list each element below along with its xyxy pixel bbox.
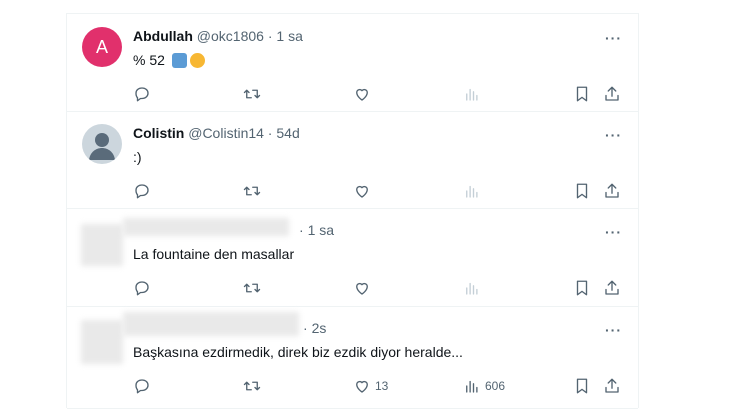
emoji-icon xyxy=(189,53,205,68)
display-name[interactable]: Abdullah xyxy=(133,28,193,44)
tweet-text: :) xyxy=(133,149,142,165)
share-icon xyxy=(605,280,619,295)
reply-icon xyxy=(135,379,149,394)
timestamp[interactable]: 54d xyxy=(276,125,299,141)
bookmark-icon xyxy=(576,280,588,296)
tweet-text-content: % 52 xyxy=(133,52,165,68)
like-icon xyxy=(356,185,368,198)
avatar[interactable]: A xyxy=(82,27,122,67)
like-icon xyxy=(356,282,368,295)
like-button[interactable] xyxy=(353,278,375,298)
action-bar: 13 606 xyxy=(133,376,623,396)
like-count: 13 xyxy=(375,379,389,393)
redacted-username xyxy=(123,312,299,336)
bookmark-icon xyxy=(576,378,588,394)
avatar-letter: A xyxy=(95,36,108,57)
bookmark-button[interactable] xyxy=(573,181,591,201)
separator-dot: · xyxy=(303,320,312,336)
reply-button[interactable] xyxy=(133,376,155,396)
timestamp[interactable]: 2s xyxy=(312,320,327,336)
tweet-header: · 2s xyxy=(303,320,326,336)
tweet-text: La fountaine den masallar xyxy=(133,246,295,262)
views-button[interactable] xyxy=(463,278,485,298)
views-button[interactable]: 606 xyxy=(463,376,505,396)
more-options-icon[interactable]: ··· xyxy=(605,30,622,46)
tweet[interactable]: · 2s Başkasına ezdirmedik, direk biz ezd… xyxy=(67,306,638,409)
redacted-avatar xyxy=(81,224,123,266)
separator-dot: · xyxy=(299,222,308,238)
retweet-icon xyxy=(243,186,261,196)
redacted-username xyxy=(123,218,289,236)
action-bar xyxy=(133,181,623,201)
retweet-icon xyxy=(243,381,261,391)
bookmark-button[interactable] xyxy=(573,376,591,396)
separator-dot: · xyxy=(263,28,277,44)
share-button[interactable] xyxy=(603,181,621,201)
reply-icon xyxy=(135,87,149,102)
more-options-icon[interactable]: ··· xyxy=(605,127,622,143)
action-bar xyxy=(133,278,623,298)
views-button[interactable] xyxy=(463,181,485,201)
reply-button[interactable] xyxy=(133,278,155,298)
retweet-icon xyxy=(243,283,261,293)
bookmark-icon xyxy=(576,86,588,102)
like-icon xyxy=(356,380,368,393)
tweet-text: % 52 xyxy=(133,52,205,68)
like-button[interactable] xyxy=(353,84,375,104)
handle[interactable]: @okc1806 xyxy=(197,28,264,44)
redacted-avatar xyxy=(81,320,123,364)
tweet-feed: A Abdullah @okc1806 · 1 sa % 52 ··· Coli… xyxy=(66,13,639,409)
share-button[interactable] xyxy=(603,278,621,298)
tweet-header: Abdullah @okc1806 · 1 sa xyxy=(133,28,303,44)
like-icon xyxy=(356,88,368,101)
tweet-header: Colistin @Colistin14 · 54d xyxy=(133,125,300,141)
tweet[interactable]: Colistin @Colistin14 · 54d :) ··· xyxy=(67,111,638,209)
tweet[interactable]: · 1 sa La fountaine den masallar ··· xyxy=(67,208,638,307)
retweet-button[interactable] xyxy=(243,278,265,298)
share-button[interactable] xyxy=(603,84,621,104)
reply-icon xyxy=(135,184,149,199)
bookmark-button[interactable] xyxy=(573,84,591,104)
more-options-icon[interactable]: ··· xyxy=(605,224,622,240)
tweet-header: · 1 sa xyxy=(299,222,334,238)
share-icon xyxy=(605,378,619,393)
views-count: 606 xyxy=(485,379,506,393)
bookmark-icon xyxy=(576,183,588,199)
share-icon xyxy=(605,86,619,101)
views-icon xyxy=(466,88,478,101)
emoji-icon xyxy=(171,53,187,68)
bookmark-button[interactable] xyxy=(573,278,591,298)
views-button[interactable] xyxy=(463,84,485,104)
like-button[interactable]: 13 xyxy=(353,376,388,396)
timestamp[interactable]: 1 sa xyxy=(308,222,334,238)
tweet[interactable]: A Abdullah @okc1806 · 1 sa % 52 ··· xyxy=(67,14,638,112)
retweet-button[interactable] xyxy=(243,84,265,104)
avatar[interactable] xyxy=(82,124,122,164)
like-button[interactable] xyxy=(353,181,375,201)
retweet-button[interactable] xyxy=(243,376,265,396)
handle[interactable]: @Colistin14 xyxy=(188,125,264,141)
tweet-text: Başkasına ezdirmedik, direk biz ezdik di… xyxy=(133,344,463,360)
share-icon xyxy=(605,183,619,198)
separator-dot: · xyxy=(263,125,277,141)
timestamp[interactable]: 1 sa xyxy=(276,28,302,44)
display-name[interactable]: Colistin xyxy=(133,125,184,141)
views-icon xyxy=(466,185,478,198)
share-button[interactable] xyxy=(603,376,621,396)
action-bar xyxy=(133,84,623,104)
retweet-button[interactable] xyxy=(243,181,265,201)
views-icon xyxy=(466,282,478,295)
views-icon xyxy=(466,380,478,393)
more-options-icon[interactable]: ··· xyxy=(605,322,622,338)
reply-icon xyxy=(135,281,149,296)
default-avatar-icon xyxy=(89,133,115,160)
reply-button[interactable] xyxy=(133,84,155,104)
retweet-icon xyxy=(243,89,261,99)
reply-button[interactable] xyxy=(133,181,155,201)
